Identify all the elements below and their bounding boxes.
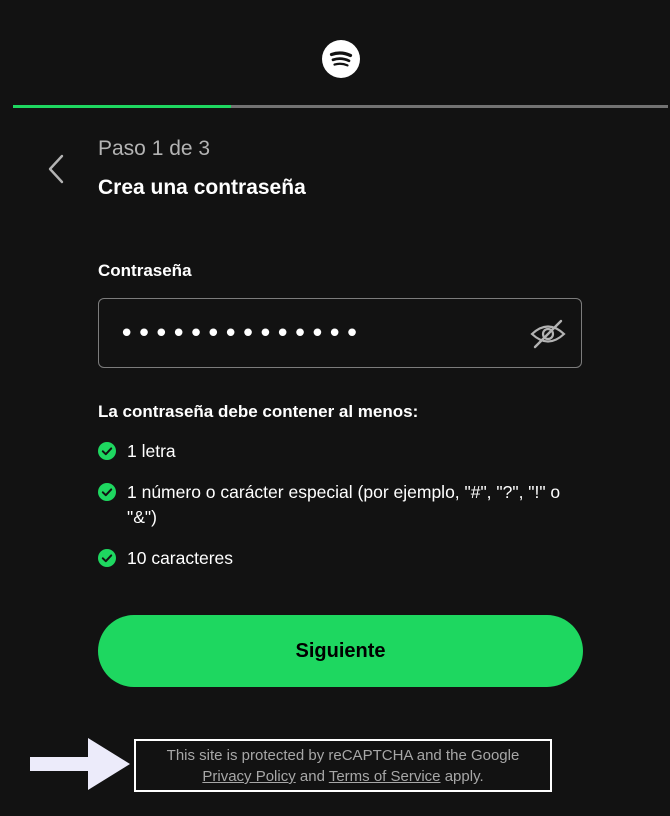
step-indicator: Paso 1 de 3: [98, 137, 211, 160]
show-password-toggle[interactable]: [529, 315, 567, 353]
requirements-list: 1 letra 1 número o carácter especial (po…: [98, 440, 583, 588]
requirement-text: 1 número o carácter especial (por ejempl…: [127, 482, 561, 527]
requirement-item: 10 caracteres: [98, 547, 583, 571]
requirement-text: 10 caracteres: [127, 548, 234, 568]
requirement-item: 1 letra: [98, 440, 583, 464]
recaptcha-apply-text: apply.: [444, 768, 484, 785]
chevron-left-icon: [48, 154, 64, 184]
signup-page: Paso 1 de 3 Crea una contraseña Contrase…: [0, 0, 670, 816]
check-circle-icon: [98, 483, 116, 501]
spotify-logo-icon: [322, 40, 360, 78]
recaptcha-notice: This site is protected by reCAPTCHA and …: [134, 739, 552, 792]
password-field: [98, 298, 582, 368]
privacy-policy-link[interactable]: Privacy Policy: [202, 768, 295, 785]
arrow-right-icon: [30, 738, 130, 790]
password-label: Contraseña: [98, 261, 192, 280]
recaptcha-and-text: and: [299, 768, 325, 785]
page-title: Crea una contraseña: [98, 176, 306, 199]
requirement-text: 1 letra: [127, 441, 176, 461]
terms-of-service-link[interactable]: Terms of Service: [329, 768, 441, 785]
eye-slash-icon: [530, 319, 566, 349]
requirements-heading: La contraseña debe contener al menos:: [98, 402, 419, 421]
progress-bar: [13, 105, 668, 108]
password-input[interactable]: [119, 317, 509, 351]
back-button[interactable]: [38, 148, 74, 190]
progress-bar-fill: [13, 105, 232, 108]
requirement-item: 1 número o carácter especial (por ejempl…: [98, 481, 583, 530]
check-circle-icon: [98, 549, 116, 567]
next-button[interactable]: Siguiente: [98, 615, 583, 687]
recaptcha-text: This site is protected by reCAPTCHA and …: [166, 747, 520, 764]
recaptcha-links-line: Privacy Policy and Terms of Service appl…: [136, 766, 550, 787]
check-circle-icon: [98, 442, 116, 460]
